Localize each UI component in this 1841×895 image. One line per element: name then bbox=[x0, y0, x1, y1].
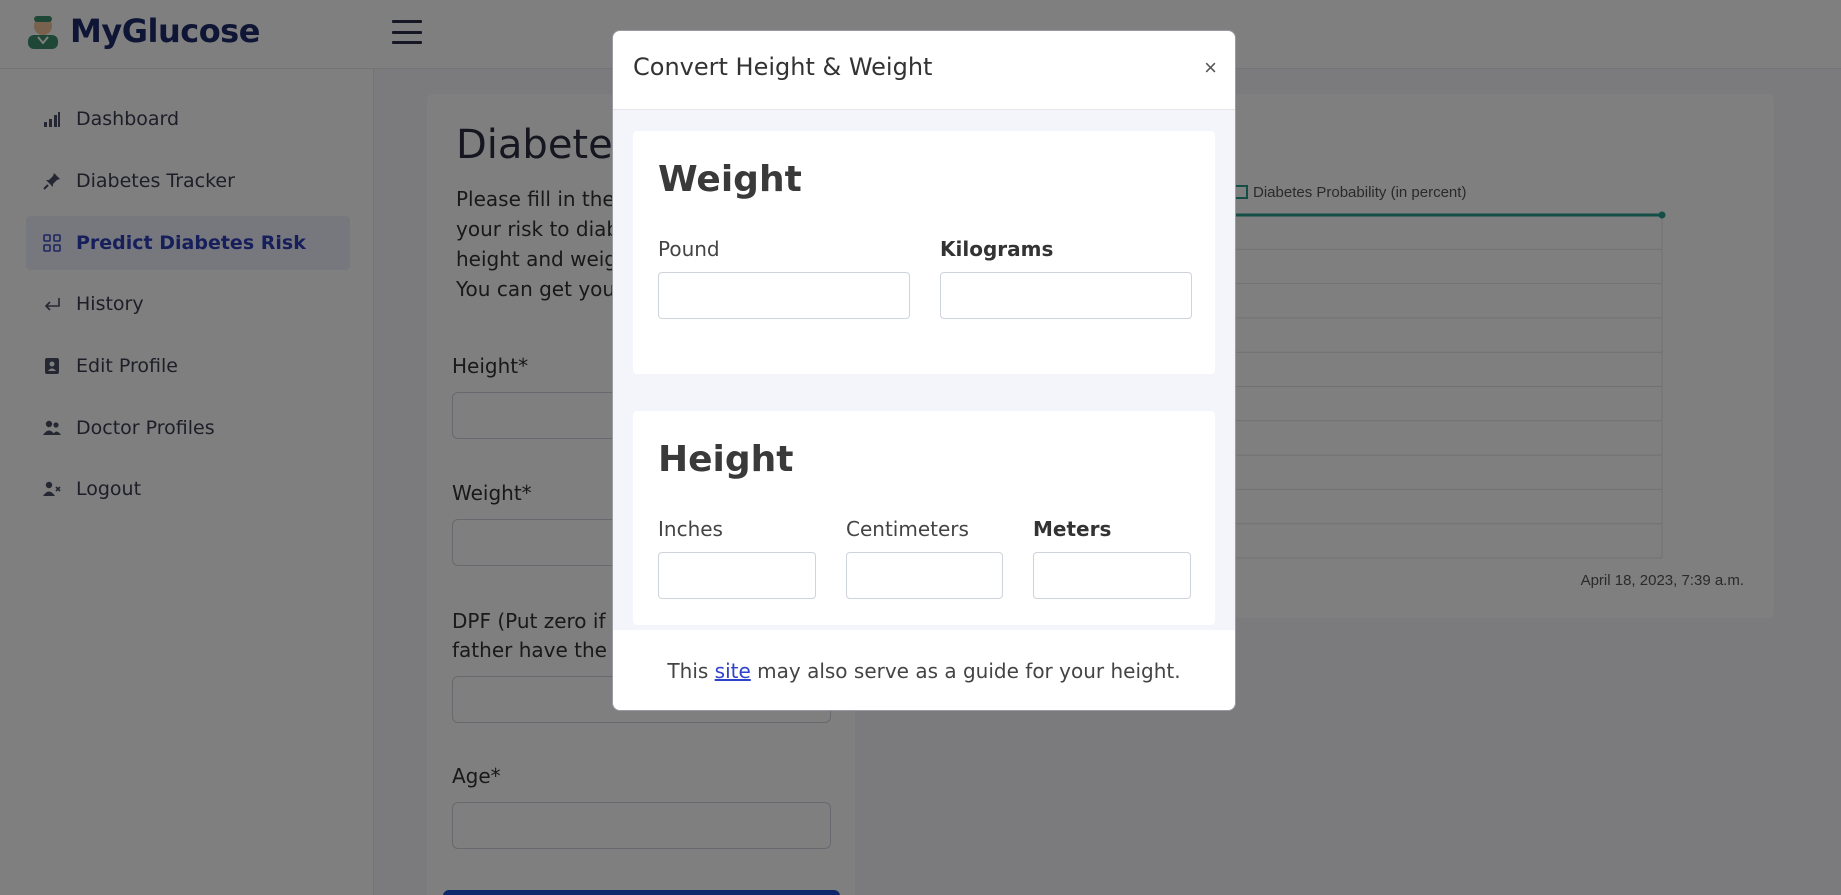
weight-section: Weight Pound Kilograms bbox=[633, 131, 1215, 374]
close-icon[interactable]: × bbox=[1204, 57, 1217, 79]
height-section-title: Height bbox=[658, 439, 794, 480]
footer-text-after: may also serve as a guide for your heigh… bbox=[750, 659, 1181, 683]
pound-input[interactable] bbox=[658, 272, 910, 319]
meters-label: Meters bbox=[1033, 517, 1112, 541]
modal-body: Weight Pound Kilograms Height Inches Cen… bbox=[613, 110, 1235, 630]
footer-text-before: This bbox=[667, 659, 715, 683]
modal-title: Convert Height & Weight bbox=[633, 53, 933, 81]
kilograms-label: Kilograms bbox=[940, 237, 1054, 261]
inches-input[interactable] bbox=[658, 552, 816, 599]
modal-footer: This site may also serve as a guide for … bbox=[613, 659, 1235, 683]
centimeters-label: Centimeters bbox=[846, 517, 969, 541]
site-link[interactable]: site bbox=[715, 659, 751, 683]
centimeters-input[interactable] bbox=[846, 552, 1003, 599]
inches-label: Inches bbox=[658, 517, 723, 541]
modal-header: Convert Height & Weight × bbox=[613, 31, 1235, 110]
kilograms-input[interactable] bbox=[940, 272, 1192, 319]
convert-modal: Convert Height & Weight × Weight Pound K… bbox=[612, 30, 1236, 711]
meters-input[interactable] bbox=[1033, 552, 1191, 599]
pound-label: Pound bbox=[658, 237, 720, 261]
height-section: Height Inches Centimeters Meters bbox=[633, 411, 1215, 625]
weight-section-title: Weight bbox=[658, 159, 802, 200]
